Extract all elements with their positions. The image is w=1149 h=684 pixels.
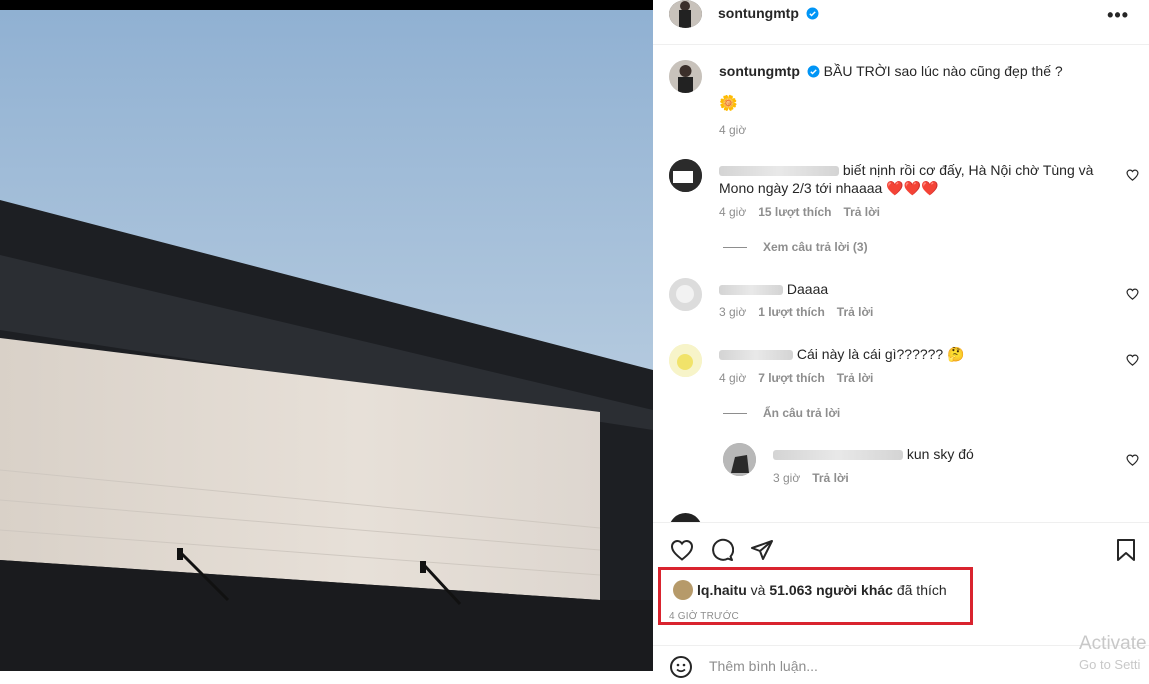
reply-text: kun sky đó — [906, 446, 974, 462]
share-paper-plane-icon[interactable] — [750, 538, 774, 567]
caption-text: BẦU TRỜI sao lúc nào cũng đẹp thế ? — [823, 63, 1063, 79]
reply-reply-button[interactable]: Trả lời — [812, 471, 849, 485]
comment-2-likes[interactable]: 1 lượt thích — [758, 305, 825, 319]
caption-author-avatar[interactable] — [669, 60, 702, 93]
comments-list: sontungmtp BẦU TRỜI sao lúc nào cũng đẹp… — [653, 45, 1149, 522]
comment-3-likes[interactable]: 7 lượt thích — [758, 371, 825, 385]
comment-avatar[interactable] — [669, 159, 702, 192]
like-comment-heart-icon[interactable] — [1126, 453, 1139, 471]
author-username[interactable]: sontungmtp — [718, 5, 799, 21]
like-heart-icon[interactable] — [670, 539, 694, 566]
caption-emoji: 🌼 — [719, 95, 738, 112]
comment-3-text: Cái này là cái gì?????? — [796, 346, 944, 362]
comment-1-meta: 4 giờ 15 lượt thích Trả lời — [719, 205, 880, 219]
comment-2-time: 3 giờ — [719, 305, 747, 319]
activate-watermark-sub: Go to Setti — [1079, 657, 1141, 672]
comment-2: Daaaa — [719, 280, 828, 298]
comment-avatar[interactable] — [669, 344, 702, 377]
caption-username[interactable]: sontungmtp — [719, 63, 800, 79]
comment-2-text: Daaaa — [786, 281, 829, 297]
comment-1-reply-button[interactable]: Trả lời — [843, 205, 880, 219]
author-avatar[interactable] — [669, 0, 702, 28]
comment-3-meta: 4 giờ 7 lượt thích Trả lời — [719, 371, 873, 385]
like-comment-heart-icon[interactable] — [1126, 287, 1139, 305]
add-comment-bar: Thêm bình luận... — [653, 645, 1149, 678]
activate-watermark: Activate — [1079, 633, 1147, 654]
obscured-username — [719, 350, 793, 361]
comment-1-time: 4 giờ — [719, 205, 747, 219]
view-replies-label: Xem câu trả lời (3) — [763, 240, 868, 254]
reply-comment: kun sky đó — [773, 445, 974, 463]
obscured-username — [719, 166, 839, 177]
view-replies-button[interactable]: Xem câu trả lời (3) — [723, 240, 868, 254]
hide-replies-button[interactable]: Ẩn câu trả lời — [723, 406, 840, 420]
post-header: sontungmtp ••• — [653, 0, 1149, 45]
comment-3-emoji: 🤔 — [947, 346, 965, 362]
comment-1-likes[interactable]: 15 lượt thích — [758, 205, 831, 219]
add-comment-input[interactable]: Thêm bình luận... — [709, 658, 818, 674]
comment-3: Cái này là cái gì?????? 🤔 — [719, 345, 965, 363]
comment-3-time: 4 giờ — [719, 371, 747, 385]
like-comment-heart-icon[interactable] — [1126, 168, 1139, 186]
comment-1: biết nịnh rồi cơ đấy, Hà Nội chờ Tùng và… — [719, 161, 1115, 197]
comment-3-reply-button[interactable]: Trả lời — [837, 371, 874, 385]
obscured-username — [773, 450, 903, 461]
caption-time: 4 giờ — [719, 123, 747, 137]
caption: sontungmtp BẦU TRỜI sao lúc nào cũng đẹp… — [719, 62, 1063, 82]
reply-avatar[interactable] — [723, 443, 756, 476]
like-comment-heart-icon[interactable] — [1126, 353, 1139, 371]
reply-time: 3 giờ — [773, 471, 801, 485]
comment-2-reply-button[interactable]: Trả lời — [837, 305, 874, 319]
thread-line — [723, 413, 747, 415]
post-photo — [0, 0, 653, 671]
comment-1-hearts: ❤️❤️❤️ — [886, 180, 939, 196]
save-bookmark-icon[interactable] — [1116, 539, 1136, 566]
hide-replies-label: Ẩn câu trả lời — [763, 406, 841, 420]
comment-avatar[interactable] — [669, 513, 702, 522]
reply-meta: 3 giờ Trả lời — [773, 471, 849, 485]
more-options-icon[interactable]: ••• — [1107, 5, 1129, 26]
comment-bubble-icon[interactable] — [710, 538, 735, 567]
highlight-box — [658, 567, 973, 625]
verified-badge-icon — [806, 7, 819, 25]
comment-2-meta: 3 giờ 1 lượt thích Trả lời — [719, 305, 873, 319]
verified-badge-icon — [807, 64, 820, 82]
obscured-username — [719, 285, 783, 296]
comment-avatar[interactable] — [669, 278, 702, 311]
emoji-smiley-icon[interactable] — [669, 655, 693, 684]
thread-line — [723, 247, 747, 249]
